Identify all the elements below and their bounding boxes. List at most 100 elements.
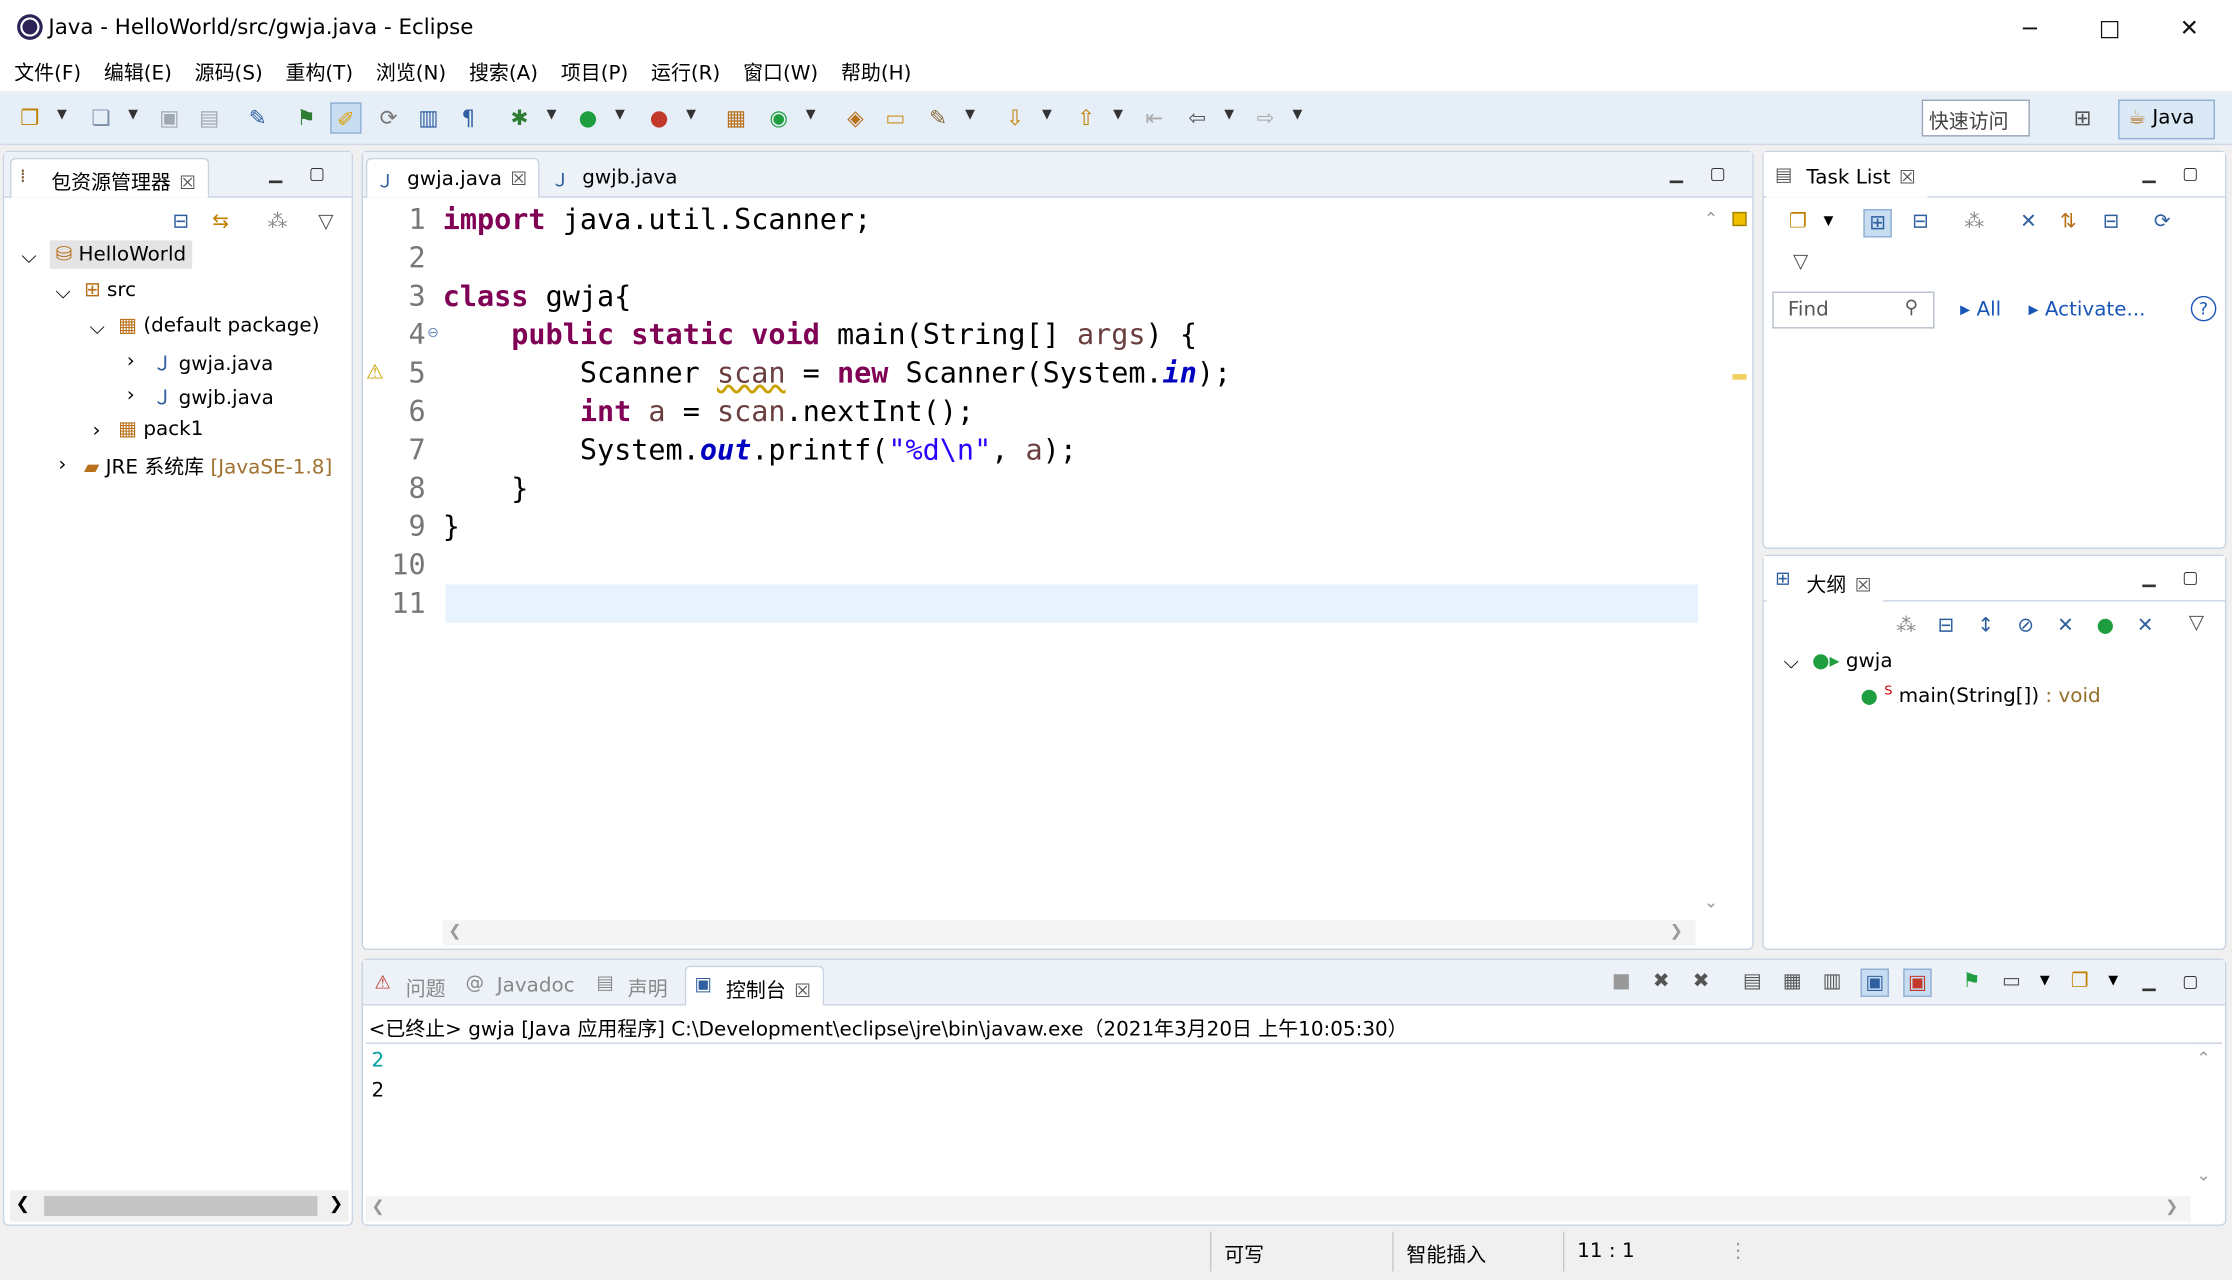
scrollbar-thumb[interactable]: [44, 1196, 318, 1216]
close-tab-icon[interactable]: ☒: [794, 981, 811, 1002]
hide-completed-icon[interactable]: ✕: [2014, 209, 2042, 235]
run-external-tools-icon[interactable]: ●: [643, 102, 674, 133]
scroll-down-icon[interactable]: ⌄: [2196, 1165, 2210, 1185]
show-whitespace-icon[interactable]: ▥: [413, 102, 444, 133]
default-package-item[interactable]: ▦ (default package): [118, 314, 319, 337]
close-tab-icon[interactable]: ☒: [179, 174, 196, 195]
scroll-lock-icon[interactable]: ▦: [1778, 969, 1806, 995]
toggle-breadcrumb-icon[interactable]: ⚑: [290, 102, 321, 133]
tree-expand-icon[interactable]: ›: [127, 350, 135, 373]
maximize-view-icon[interactable]: ▢: [1710, 164, 1726, 184]
open-perspective-icon[interactable]: ⊞: [2067, 102, 2098, 133]
menu-navigate[interactable]: 浏览(N): [365, 54, 458, 91]
tree-expand-icon[interactable]: ›: [127, 384, 135, 407]
scroll-up-icon[interactable]: ⌃: [2196, 1048, 2210, 1068]
link-with-editor-icon[interactable]: ⇆: [206, 209, 234, 235]
scroll-right-icon[interactable]: ❯: [329, 1193, 343, 1213]
new-java-project-icon[interactable]: ▦: [720, 102, 751, 133]
mark-occurrences-icon[interactable]: ✐: [330, 102, 362, 134]
scheduled-icon[interactable]: ⊟: [1906, 209, 1934, 235]
java-perspective-button[interactable]: ☕ Java: [2118, 99, 2215, 140]
scroll-down-icon[interactable]: ⌄: [1704, 892, 1718, 912]
tab-javadoc[interactable]: @ Javadoc: [457, 966, 586, 1006]
word-wrap-icon[interactable]: ▥: [1818, 969, 1846, 995]
view-menu-icon[interactable]: ▽: [1786, 249, 1814, 275]
tree-expand-icon[interactable]: ›: [58, 454, 66, 477]
task-repo-icon[interactable]: ⟳: [2148, 209, 2176, 235]
editor-horizontal-scrollbar[interactable]: ❮ ❯: [442, 920, 1696, 946]
close-tab-icon[interactable]: ☒: [1899, 168, 1916, 189]
menu-file[interactable]: 文件(F): [3, 54, 93, 91]
menu-search[interactable]: 搜索(A): [458, 54, 550, 91]
minimize-view-icon[interactable]: ▁: [2142, 567, 2155, 587]
console-output[interactable]: 2 2: [365, 1043, 2191, 1195]
open-folder-icon[interactable]: ▭: [880, 102, 911, 133]
tree-toggle-icon[interactable]: ⌵: [1784, 651, 1799, 674]
tab-package-explorer[interactable]: ⁞ 包资源管理器 ☒: [9, 157, 209, 198]
outline-class-item[interactable]: ●▸ gwja: [1812, 650, 1892, 673]
source-code[interactable]: import java.util.Scanner; class gwja{ pu…: [443, 201, 1232, 585]
status-drag-handle-icon[interactable]: ⋮: [1728, 1240, 1748, 1263]
overview-marker-icon[interactable]: [1732, 211, 1747, 227]
previous-annotation-icon[interactable]: ⇧: [1070, 102, 1101, 133]
scroll-right-icon[interactable]: ❯: [1670, 922, 1683, 940]
maximize-view-icon[interactable]: ▢: [309, 164, 325, 184]
menu-run[interactable]: 运行(R): [640, 54, 732, 91]
save-icon[interactable]: ▣: [154, 102, 185, 133]
new-package-icon[interactable]: ❏: [85, 102, 116, 133]
new-task-icon[interactable]: ❐: [1784, 209, 1812, 235]
categorized-icon[interactable]: ⊞: [1863, 209, 1892, 238]
remove-all-terminated-icon[interactable]: ✖: [1687, 969, 1715, 995]
minimize-view-icon[interactable]: ▁: [2142, 971, 2155, 991]
outline-method-item[interactable]: ● S main(String[]) : void: [1861, 684, 2101, 708]
menu-source[interactable]: 源码(S): [183, 54, 274, 91]
collapse-icon[interactable]: ⊟: [2097, 209, 2125, 235]
pin-console-icon[interactable]: ⚑: [1957, 969, 1985, 995]
paragraph-icon[interactable]: ¶: [453, 102, 484, 133]
hide-fields-icon[interactable]: ⊘: [2011, 613, 2039, 639]
all-link[interactable]: ▸ All: [1960, 299, 2001, 322]
file-item-gwjb[interactable]: Ｊ gwjb.java: [152, 383, 274, 411]
scroll-up-icon[interactable]: ⌃: [1704, 209, 1718, 229]
maximize-view-icon[interactable]: ▢: [2182, 164, 2198, 184]
find-input[interactable]: Find ⚲: [1772, 291, 1935, 329]
close-tab-icon[interactable]: ☒: [510, 169, 527, 190]
console-horizontal-scrollbar[interactable]: ❮ ❯: [365, 1196, 2191, 1222]
jre-library-item[interactable]: ▰ JRE 系统库 [JavaSE-1.8]: [84, 452, 332, 480]
run-icon[interactable]: ●: [572, 102, 603, 133]
open-type-icon[interactable]: ◈: [840, 102, 871, 133]
new-icon[interactable]: ❐: [14, 102, 45, 133]
maximize-button[interactable]: □: [2070, 0, 2150, 54]
open-console-icon[interactable]: ❐: [2065, 969, 2093, 995]
collapse-all-icon[interactable]: ⊟: [1932, 613, 1960, 639]
horizontal-scrollbar[interactable]: ❮ ❯: [9, 1190, 349, 1222]
scroll-left-icon[interactable]: ❮: [16, 1193, 30, 1213]
minimize-view-icon[interactable]: ▁: [2142, 164, 2155, 184]
close-button[interactable]: ✕: [2149, 0, 2229, 54]
tab-outline[interactable]: ⊞ 大纲 ☒: [1766, 561, 1883, 602]
tree-toggle-icon[interactable]: ⌵: [56, 282, 71, 305]
scroll-left-icon[interactable]: ❮: [372, 1197, 385, 1215]
hide-nonpublic-icon[interactable]: ●: [2091, 613, 2119, 639]
focus-icon[interactable]: ⁂: [1892, 613, 1920, 639]
menu-help[interactable]: 帮助(H): [830, 54, 923, 91]
code-area[interactable]: 1 2 3 4 ⊖ ⚠ 5 6 7 8 9 10 11 import java.…: [362, 200, 1724, 921]
minimize-button[interactable]: −: [1990, 0, 2070, 54]
scroll-right-icon[interactable]: ❯: [2165, 1197, 2178, 1215]
hide-local-types-icon[interactable]: ✕: [2131, 613, 2159, 639]
maximize-view-icon[interactable]: ▢: [2182, 971, 2198, 991]
view-menu-icon[interactable]: ▽: [312, 209, 340, 235]
last-edit-icon[interactable]: ⇤: [1139, 102, 1170, 133]
activate-link[interactable]: ▸ Activate...: [2028, 299, 2145, 322]
quick-access-field[interactable]: 快速访问: [1921, 99, 2030, 137]
file-item-gwja[interactable]: Ｊ gwja.java: [152, 348, 273, 376]
tab-declaration[interactable]: ▤ 声明: [588, 966, 679, 1006]
terminate-icon[interactable]: ■: [1607, 969, 1635, 995]
block-selection-icon[interactable]: ⟳: [373, 102, 404, 133]
scroll-left-icon[interactable]: ❮: [448, 922, 461, 940]
focus-icon[interactable]: ⁂: [1960, 209, 1988, 235]
clear-console-icon[interactable]: ▤: [1738, 969, 1766, 995]
tab-task-list[interactable]: ▤ Task List ☒: [1766, 157, 1928, 198]
search-tool-icon[interactable]: ✎: [922, 102, 953, 133]
tab-gwjb[interactable]: Ｊ gwjb.java: [542, 158, 688, 198]
